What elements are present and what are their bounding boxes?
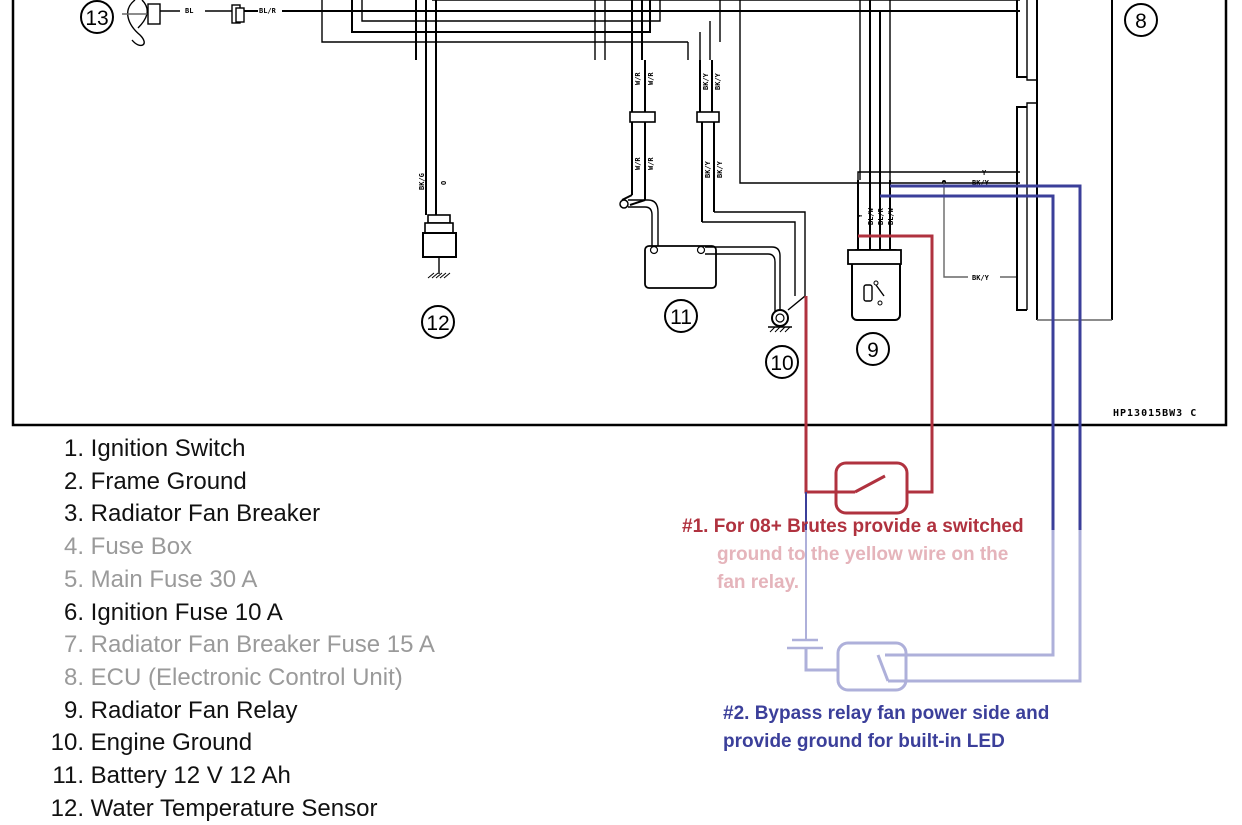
note-2-line-1: #2. Bypass relay fan power side and <box>723 703 1050 724</box>
legend-item-number: 3. <box>63 500 84 528</box>
legend-item: 9. Radiator Fan Relay <box>34 695 435 728</box>
wire-label-w-r: W/R <box>634 72 642 85</box>
legend-item-label: Radiator Fan Relay <box>90 696 298 724</box>
legend-item: 12. Water Temperature Sensor <box>34 793 435 825</box>
note-1-line-2: ground to the yellow wire on the <box>717 544 1009 565</box>
top-harness <box>300 0 1020 180</box>
legend-item-number: 8. <box>63 663 84 691</box>
wire-label-bk-y: BK/Y <box>702 72 710 90</box>
legend-item: 11. Battery 12 V 12 Ah <box>34 760 435 793</box>
legend-item-number: 1. <box>63 435 84 462</box>
wire-label-bl-w: BL/W <box>887 207 895 225</box>
battery-11: 11 <box>644 245 781 333</box>
legend-item: 2. Frame Ground <box>34 466 435 499</box>
legend-item: 7. Radiator Fan Breaker Fuse 15 A <box>34 629 435 662</box>
wire-label-bk-y: BK/Y <box>704 160 712 178</box>
wire-label-bl-r: BL/R <box>877 207 885 225</box>
wire-label-w-r: W/R <box>647 72 655 85</box>
callout-9: 9 <box>867 339 879 362</box>
legend-item: 8. ECU (Electronic Control Unit) <box>34 662 435 695</box>
legend-item-label: Ignition Fuse 10 A <box>90 598 283 626</box>
legend-item-number: 9. <box>63 696 84 724</box>
legend-item-label: Engine Ground <box>90 729 253 757</box>
legend-item-number: 12. <box>50 794 84 822</box>
callout-8: 8 <box>1135 10 1147 33</box>
engine-ground-10: 10 <box>765 309 799 379</box>
legend-item-label: Ignition Switch <box>90 435 246 462</box>
note-2: #2. Bypass relay fan power side and prov… <box>723 700 1049 756</box>
legend-item-label: Main Fuse 30 A <box>90 565 258 593</box>
component-legend: 1. Ignition Switch 2. Frame Ground 3. Radi… <box>34 433 435 825</box>
legend-item: 10. Engine Ground <box>34 727 435 760</box>
callout-13: 13 <box>85 7 108 30</box>
legend-item-label: Radiator Fan Breaker Fuse 15 A <box>90 631 435 659</box>
legend-item-number: 2. <box>63 467 84 495</box>
note-1-line-3: fan relay. <box>717 572 800 593</box>
legend-item-number: 7. <box>63 631 84 659</box>
wire-label-bk-g: BK/G <box>418 173 426 190</box>
legend-item-number: 10. <box>50 729 84 757</box>
radiator-fan-relay-9: Y BL/W BL/R BL/W 9 <box>847 171 1020 366</box>
legend-item-label: Fuse Box <box>90 533 193 561</box>
legend-item: 1. Ignition Switch <box>34 433 435 466</box>
legend-item: 3. Radiator Fan Breaker <box>34 498 435 531</box>
legend-item-label: ECU (Electronic Control Unit) <box>90 663 403 691</box>
legend-item-label: Radiator Fan Breaker <box>90 500 321 528</box>
callout-10: 10 <box>770 352 793 375</box>
callout-11: 11 <box>670 306 692 329</box>
wire-label-y: Y <box>982 169 987 177</box>
wire-label-o: O <box>440 181 448 185</box>
ecu-8: 8 <box>1016 0 1158 321</box>
wire-label-bl-r: BL/R <box>259 7 277 15</box>
legend-item-number: 6. <box>63 598 84 626</box>
note-1-line-1: #1. For 08+ Brutes provide a switched <box>682 516 1024 537</box>
drawing-code: HP13015BW3 C <box>1113 408 1197 419</box>
wire-label-bl: BL <box>185 7 193 15</box>
note-1: #1. For 08+ Brutes provide a switched gr… <box>682 513 1024 597</box>
note-2-line-2: provide ground for built-in LED <box>723 731 1005 752</box>
wire-label-bk-y: BK/Y <box>714 72 722 90</box>
legend-item-label: Frame Ground <box>90 467 247 495</box>
legend-item-number: 4. <box>63 533 84 561</box>
legend-item: 4. Fuse Box <box>34 531 435 564</box>
legend-item-number: 5. <box>63 565 84 593</box>
wire-label-bk-y: BK/Y <box>716 160 724 178</box>
legend-item-label: Water Temperature Sensor <box>90 794 378 822</box>
wire-label-w-r: W/R <box>634 157 642 170</box>
wire-label-bk-y: BK/Y <box>972 274 990 282</box>
diagram-frame <box>11 0 1228 427</box>
fan-motor-13: 13 BL BL/R <box>80 0 300 47</box>
legend-item: 6. Ignition Fuse 10 A <box>34 597 435 630</box>
legend-item: 5. Main Fuse 30 A <box>34 564 435 597</box>
legend-item-label: Battery 12 V 12 Ah <box>90 762 291 790</box>
legend-item-number: 11. <box>52 762 84 790</box>
wire-label-bl-w: BL/W <box>867 207 875 225</box>
callout-12: 12 <box>426 312 449 335</box>
wire-label-w-r: W/R <box>647 157 655 170</box>
water-temperature-sensor-12: BK/G O 12 <box>418 0 457 339</box>
